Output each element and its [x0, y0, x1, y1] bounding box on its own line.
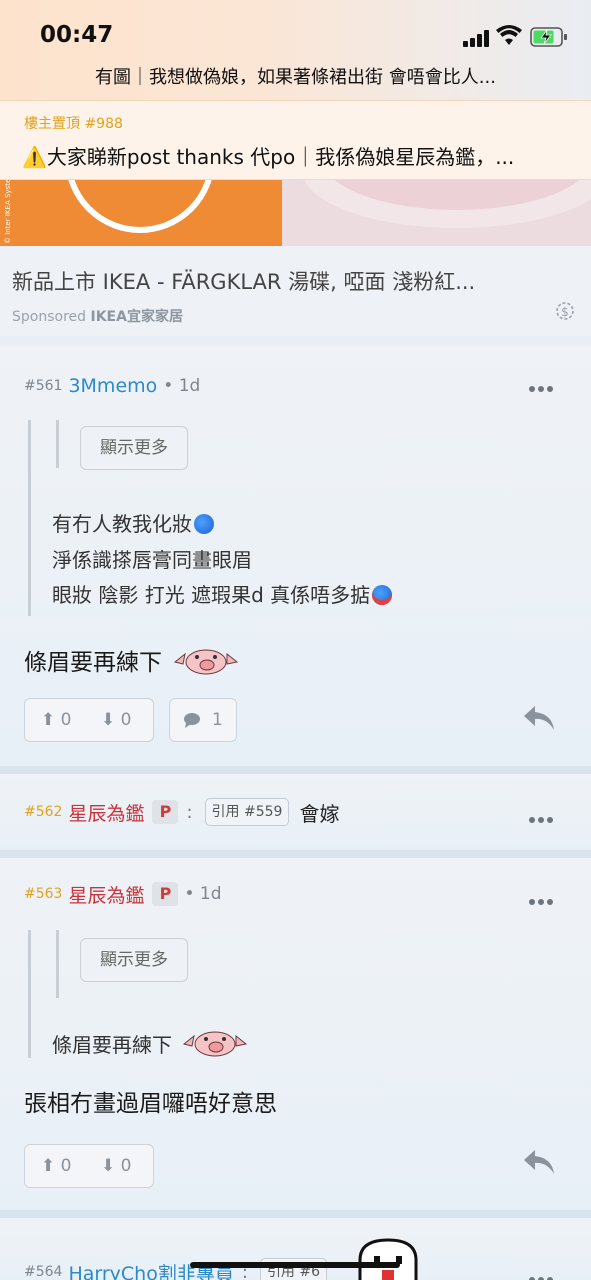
comment-button[interactable]: 1 [169, 698, 237, 742]
header-area: 00:47 有圖｜我想做偽娘，如果著條裙出街 會唔會比人... [0, 0, 591, 100]
post-body: 張相冇畫過眉囉唔好意思 [24, 1091, 277, 1117]
pig-emoji-icon [174, 649, 239, 675]
quote-block [28, 420, 31, 616]
upvote-button[interactable]: ⬆ 0 [41, 1156, 71, 1176]
show-more-button[interactable]: 顯示更多 [80, 938, 188, 982]
ad-brand: IKEA宜家家居 [90, 309, 183, 325]
wifi-icon [496, 25, 522, 45]
ad-image-left: © Inter IKEA Systems B.V. 2020 [0, 180, 282, 246]
post-inline-text: 會嫁 [299, 801, 340, 826]
post-header: #561 3Mmemo • 1d [24, 374, 200, 398]
nested-quote-bar [56, 420, 59, 468]
post-number: #562 [24, 804, 63, 820]
username[interactable]: 星辰為鑑 [68, 799, 144, 826]
show-more-button[interactable]: 顯示更多 [80, 426, 188, 470]
svg-text:$: $ [561, 305, 569, 319]
sponsored-ad[interactable]: © Inter IKEA Systems B.V. 2020 新品上市 IKEA… [0, 180, 591, 336]
ghost-emoji-icon [358, 1238, 418, 1280]
smile-emoji-icon [194, 514, 214, 534]
post-562: #562 星辰為鑑 P : 引用 #559 會嫁 [0, 774, 591, 850]
pinned-post-banner[interactable]: 樓主置頂 #988 ⚠️大家睇新post thanks 代po｜我係偽娘星辰為鑑… [0, 100, 591, 180]
cellular-signal-icon [463, 29, 491, 47]
more-options-icon[interactable] [529, 808, 557, 823]
post-separator [0, 1210, 591, 1218]
poster-badge: P [152, 800, 179, 824]
reply-icon[interactable] [522, 1148, 556, 1176]
ad-image-right [282, 180, 591, 246]
post-time: • 1d [163, 376, 201, 396]
ad-dollar-icon[interactable]: $ [552, 298, 578, 324]
more-options-icon[interactable] [529, 1268, 557, 1280]
vote-box: ⬆ 0 ⬇ 0 [24, 1144, 154, 1188]
post-separator [0, 850, 591, 858]
pinned-label: 樓主置頂 #988 [24, 116, 123, 132]
sponsored-text: Sponsored [12, 309, 87, 325]
poster-badge: P [152, 882, 179, 906]
post-body: 條眉要再練下 [24, 642, 241, 677]
quote-block [28, 930, 31, 1058]
downvote-button[interactable]: ⬇ 0 [101, 710, 131, 730]
nested-quote-bar [56, 930, 59, 998]
quote-line: 有冇人教我化妝 [52, 508, 214, 537]
status-time: 00:47 [40, 22, 114, 48]
username[interactable]: 星辰為鑑 [68, 881, 144, 908]
post-number: #563 [24, 886, 63, 902]
post-header: #563 星辰為鑑 P • 1d [24, 881, 222, 908]
quote-line: 淨係識搽唇膏同畫眼眉 [52, 548, 252, 572]
svg-text:© Inter IKEA Systems B.V. 2020: © Inter IKEA Systems B.V. 2020 [4, 180, 12, 244]
post-number: #561 [24, 378, 63, 394]
post-time: • 1d [184, 884, 222, 904]
post-564: #564 HarryCho割韭專員 : 引用 #6 [0, 1218, 591, 1280]
post-561: #561 3Mmemo • 1d 顯示更多 有冇人教我化妝 淨係識搽唇膏同畫眼眉… [0, 346, 591, 766]
vote-box: ⬆ 0 ⬇ 0 [24, 698, 154, 742]
status-bar: 00:47 [0, 20, 591, 54]
tongue-emoji-icon [372, 585, 393, 605]
username[interactable]: 3Mmemo [68, 375, 157, 397]
home-indicator [190, 1262, 400, 1268]
pinned-text: ⚠️大家睇新post thanks 代po｜我係偽娘星辰為鑑，... [22, 145, 515, 169]
battery-charging-icon [530, 27, 567, 47]
quote-line: 條眉要再練下 [52, 1024, 250, 1058]
pig-emoji-icon [183, 1031, 248, 1057]
ad-clock-graphic: © Inter IKEA Systems B.V. 2020 [4, 180, 212, 244]
downvote-button[interactable]: ⬇ 0 [101, 1156, 131, 1176]
colon: : [186, 801, 193, 823]
post-number: #564 [24, 1264, 63, 1280]
reply-icon[interactable] [522, 704, 556, 732]
ad-title[interactable]: 新品上市 IKEA - FÄRGKLAR 湯碟, 啞面 淺粉紅... [12, 266, 572, 296]
comment-count: 1 [212, 710, 223, 730]
post-563: #563 星辰為鑑 P • 1d 顯示更多 條眉要再練下 張相冇畫過眉囉唔好意思… [0, 858, 591, 1210]
ad-sponsored-label: Sponsored IKEA宜家家居 [12, 306, 183, 326]
comment-icon [184, 713, 200, 728]
upvote-button[interactable]: ⬆ 0 [41, 710, 71, 730]
quote-line: 眼妝 陰影 打光 遮瑕果d 真係唔多掂 [52, 579, 393, 608]
more-options-icon[interactable] [529, 890, 557, 905]
post-separator [0, 766, 591, 774]
more-options-icon[interactable] [529, 377, 557, 392]
post-header: #562 星辰為鑑 P : 引用 #559 會嫁 [24, 798, 340, 826]
thread-title[interactable]: 有圖｜我想做偽娘，如果著條裙出街 會唔會比人... [0, 63, 591, 89]
quote-reference-button[interactable]: 引用 #559 [204, 798, 290, 826]
